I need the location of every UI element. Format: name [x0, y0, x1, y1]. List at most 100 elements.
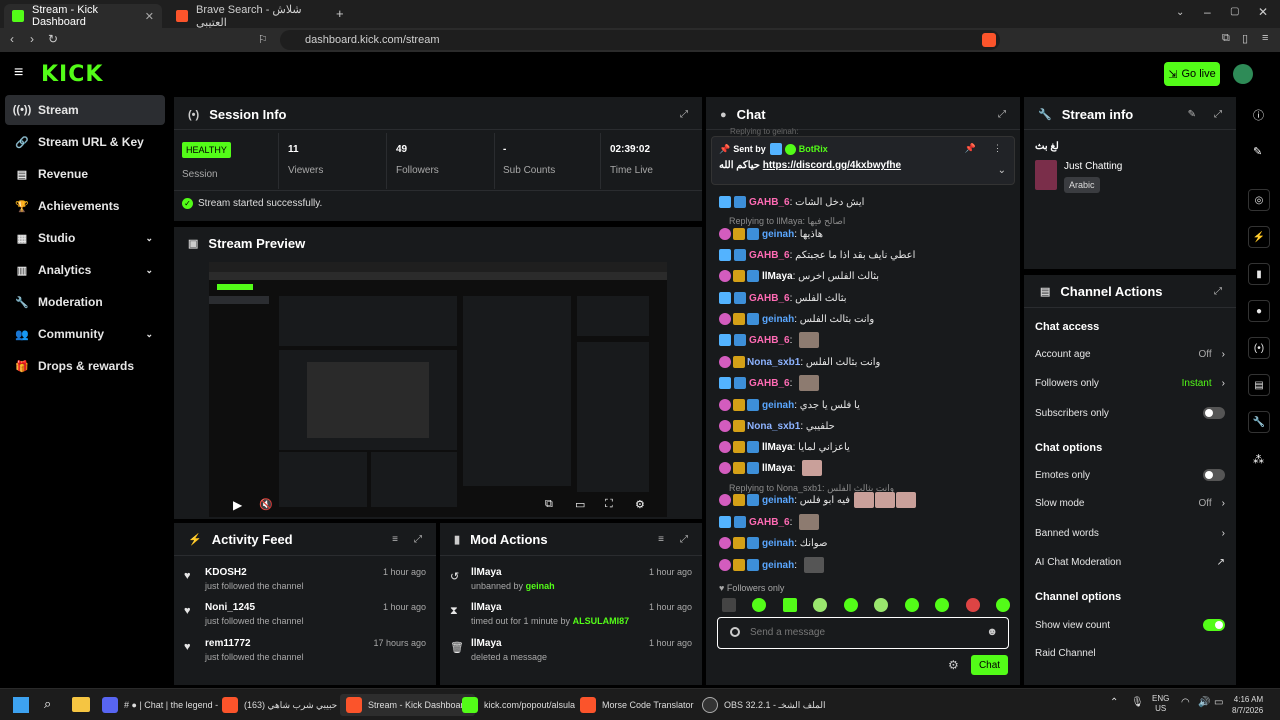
fullscreen-icon[interactable]: ⛶ [605, 498, 613, 511]
chat-message[interactable]: geinah: وانت بثالث الفلس [719, 310, 874, 328]
user-name[interactable]: llMaya [471, 602, 502, 613]
tab-brave-search[interactable]: Brave Search - شلاش العتيبي [168, 4, 328, 29]
pencil-icon[interactable]: ✎ [1253, 145, 1262, 158]
sidebar-item-stream-url-key[interactable]: 🔗 Stream URL & Key [5, 127, 165, 157]
chat-input[interactable]: Send a message ☻ [717, 617, 1009, 649]
sidebar-item-analytics[interactable]: ▥ Analytics ⌄ [5, 255, 165, 285]
rail-button[interactable]: 🔧 [1248, 411, 1270, 433]
rail-button[interactable]: ● [1248, 300, 1270, 322]
close-window-icon[interactable]: ✕ [1258, 5, 1268, 19]
followers-only-row[interactable]: Followers only Instant › [1035, 378, 1225, 389]
menu-icon[interactable]: ≡ [1262, 32, 1268, 44]
new-tab-button[interactable]: + [336, 6, 344, 21]
chat-message[interactable]: geinah: صوانك [719, 534, 827, 552]
wifi-icon[interactable]: ◠ [1181, 697, 1190, 708]
info-icon[interactable]: ⓘ [1253, 107, 1264, 123]
close-tab-icon[interactable]: ✕ [145, 10, 154, 23]
play-icon[interactable]: ▶ [233, 498, 242, 512]
rail-button[interactable]: ◎ [1248, 189, 1270, 211]
category-thumbnail[interactable] [1035, 160, 1057, 190]
kick-logo[interactable]: KICK [41, 62, 103, 87]
taskbar-item-brave-1[interactable]: (163) حبيبي شرب شاهي [222, 694, 337, 716]
taskbar-item-discord[interactable]: # ● | Chat | the legend - [102, 694, 218, 716]
expand-icon[interactable]: ⤢ [680, 109, 688, 120]
microphone-icon[interactable]: 🎙 [1131, 697, 1144, 708]
pip-icon[interactable]: ⧉ [545, 498, 553, 511]
preview-video[interactable]: ▶ 🔇 ⧉ ▭ ⛶ ⚙ [209, 262, 667, 517]
sidebar-item-community[interactable]: 👥 Community ⌄ [5, 319, 165, 349]
subscribers-only-toggle[interactable] [1203, 407, 1225, 419]
banned-words-row[interactable]: Banned words › [1035, 528, 1225, 539]
pinned-user[interactable]: BotRix [799, 144, 828, 154]
url-field[interactable]: dashboard.kick.com/stream [280, 30, 1000, 50]
user-name[interactable]: llMaya [471, 567, 502, 578]
windows-start-icon[interactable] [13, 697, 29, 713]
taskbar-item-brave-2[interactable]: Stream - Kick Dashboard [340, 694, 475, 716]
ai-moderation-row[interactable]: AI Chat Moderation ↗ [1035, 557, 1225, 568]
language-indicator[interactable]: ENG US [1152, 694, 1169, 714]
chat-message[interactable]: GAHB_6: ايش دخل الشات [719, 193, 864, 211]
user-name[interactable]: KDOSH2 [205, 567, 247, 578]
filter-icon[interactable]: ≡ [658, 534, 664, 545]
layout-icon[interactable]: ⁂ [1253, 453, 1264, 466]
sidebar-item-moderation[interactable]: 🔧 Moderation [5, 287, 165, 317]
discord-link[interactable]: https://discord.gg/4kxbwyfhe [763, 160, 901, 171]
user-name[interactable]: rem11772 [205, 638, 251, 649]
chat-message[interactable]: GAHB_6: [719, 374, 820, 392]
emote-icon[interactable] [813, 598, 828, 612]
tray-chevron-up-icon[interactable]: ⌃ [1110, 697, 1118, 708]
emote-icon[interactable] [965, 598, 980, 612]
unpin-icon[interactable]: 📌 [965, 143, 976, 154]
expand-icon[interactable]: ⤢ [1214, 286, 1222, 297]
reload-icon[interactable]: ↻ [48, 32, 58, 46]
emoji-icon[interactable]: ☻ [986, 626, 998, 638]
pinned-message[interactable]: 📌 Sent by BotRix 📌 ⋮ حياكم الله https://… [711, 136, 1015, 185]
slow-mode-row[interactable]: Slow mode Off › [1035, 498, 1225, 509]
tab-list-icon[interactable]: ⌄ [1176, 7, 1184, 18]
clock[interactable]: 4:16 AM 8/7/2026 [1232, 694, 1263, 716]
file-explorer-icon[interactable] [72, 697, 90, 712]
expand-icon[interactable]: ⤢ [1214, 109, 1222, 120]
chat-message[interactable]: geinah: [719, 556, 824, 574]
emote-icon[interactable] [904, 598, 919, 612]
chat-message[interactable]: Nona_sxb1: وانت بثالث الفلس [719, 353, 880, 371]
volume-icon[interactable]: 🔊 [1198, 697, 1210, 708]
chat-message[interactable]: geinah: فيه ابو فلس [719, 491, 917, 509]
avatar[interactable] [1233, 64, 1253, 84]
show-view-count-row[interactable]: Show view count [1035, 619, 1225, 631]
sidebar-item-achievements[interactable]: 🏆 Achievements [5, 191, 165, 221]
tab-kick-dashboard[interactable]: Stream - Kick Dashboard ✕ [4, 4, 162, 28]
emote-icon[interactable] [752, 598, 767, 612]
taskbar-item-kick[interactable]: kick.com/popout/alsula [462, 694, 575, 716]
bookmark-icon[interactable]: ⚐ [258, 33, 268, 46]
emote-icon[interactable] [995, 598, 1010, 612]
chat-message[interactable]: GAHB_6: اعطي نايف بقد اذا ما عجبتكم [719, 246, 915, 264]
back-icon[interactable]: ‹ [10, 32, 14, 46]
rail-button[interactable]: ▤ [1248, 374, 1270, 396]
go-live-button[interactable]: ⇲ Go live [1164, 62, 1220, 86]
emote-icon[interactable] [935, 598, 950, 612]
chevron-down-icon[interactable]: ⌄ [998, 165, 1006, 176]
emote-icon[interactable] [722, 598, 736, 612]
minimize-icon[interactable]: – [1204, 5, 1211, 19]
account-age-row[interactable]: Account age Off › [1035, 349, 1225, 360]
battery-icon[interactable]: ▭ [1214, 697, 1223, 708]
chat-message[interactable]: geinah: هاذيها [719, 225, 823, 243]
chat-message[interactable]: GAHB_6: [719, 331, 820, 349]
chat-message[interactable]: llMaya: بثالث الفلس اخرس [719, 267, 879, 285]
raid-channel-row[interactable]: Raid Channel [1035, 648, 1225, 659]
chat-message[interactable]: geinah: يا فلس يا جدي [719, 396, 860, 414]
taskbar-item-brave-3[interactable]: Morse Code Translator [580, 694, 694, 716]
search-icon[interactable]: ⌕ [44, 696, 51, 712]
expand-icon[interactable]: ⤢ [998, 109, 1006, 120]
chat-message[interactable]: llMaya: ياعزاني لمايا [719, 438, 850, 456]
chat-settings-icon[interactable]: ⚙ [948, 658, 959, 672]
send-chat-button[interactable]: Chat [971, 655, 1008, 675]
rail-button[interactable]: ⚡ [1248, 226, 1270, 248]
user-name[interactable]: llMaya [471, 638, 502, 649]
chat-message[interactable]: GAHB_6: بثالث الفلس [719, 289, 847, 307]
sidebar-item-stream[interactable]: ((•)) Stream [5, 95, 165, 125]
brave-shield-icon[interactable] [982, 33, 996, 47]
sidebar-item-studio[interactable]: ▦ Studio ⌄ [5, 223, 165, 253]
emote-icon[interactable] [843, 598, 858, 612]
